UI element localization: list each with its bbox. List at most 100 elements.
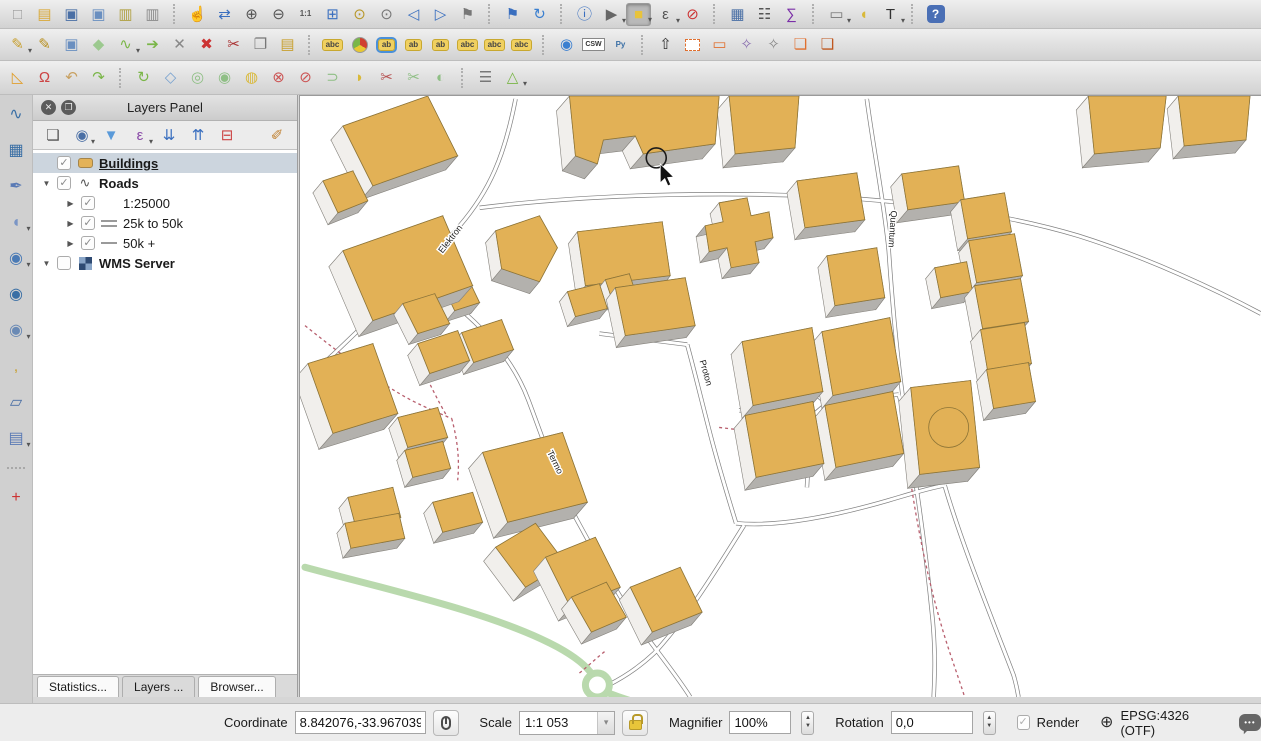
show-hide-labels-icon[interactable]: ab xyxy=(428,33,453,56)
layer-row-roads[interactable]: ▼✓∿Roads xyxy=(33,173,297,193)
add-part-icon[interactable]: ◉ xyxy=(212,66,237,89)
zoom-in-icon[interactable]: ⊕ xyxy=(239,3,264,26)
open-project-icon[interactable]: ▤ xyxy=(32,3,57,26)
composer-manager-icon[interactable]: ▥ xyxy=(140,3,165,26)
delete-ring-icon[interactable]: ⊗ xyxy=(266,66,291,89)
open-attribute-table-icon[interactable]: ▦ xyxy=(725,3,750,26)
undo-icon[interactable]: ↶ xyxy=(59,66,84,89)
tab-browser[interactable]: Browser... xyxy=(198,676,275,697)
new-project-icon[interactable]: □ xyxy=(5,3,30,26)
layer-visibility-checkbox[interactable]: ✓ xyxy=(81,236,95,250)
save-project-icon[interactable]: ▣ xyxy=(59,3,84,26)
style-manager-icon[interactable]: ✐ xyxy=(266,124,288,147)
tab-layers[interactable]: Layers ... xyxy=(122,676,195,697)
zoom-last-icon[interactable]: ◁ xyxy=(401,3,426,26)
collapse-all-icon[interactable]: ⇈ xyxy=(187,124,209,147)
layer-row-1-25000[interactable]: ▶✓1:25000 xyxy=(33,193,297,213)
new-bookmark-icon[interactable]: ⚑ xyxy=(455,3,480,26)
log-messages-icon[interactable]: ••• xyxy=(1239,714,1261,731)
enable-tracing-icon[interactable]: △ xyxy=(500,66,525,89)
save-project-as-icon[interactable]: ▣ xyxy=(86,3,111,26)
map-tips-icon[interactable]: ◖ xyxy=(851,3,876,26)
filter-expression-icon[interactable]: ε xyxy=(129,124,151,147)
help-icon[interactable]: ? xyxy=(923,3,948,26)
paste-features-icon[interactable]: ▤ xyxy=(275,33,300,56)
remove-layer-icon[interactable]: ⊟ xyxy=(216,124,238,147)
layer-labeling-icon[interactable]: abc xyxy=(320,33,345,56)
coordinate-input[interactable] xyxy=(295,711,426,734)
atlas-add-icon[interactable]: ❏ xyxy=(815,33,840,56)
zoom-to-selection-icon[interactable]: ⊙ xyxy=(347,3,372,26)
identify-features-icon[interactable]: ⓘ xyxy=(572,3,597,26)
pan-map-icon[interactable]: ☝ xyxy=(185,3,210,26)
layer-row-25k-to-50k[interactable]: ▶✓25k to 50k xyxy=(33,213,297,233)
manage-visibility-icon[interactable]: ◉ xyxy=(71,124,93,147)
refresh-map-icon[interactable]: ↻ xyxy=(527,3,552,26)
magnifier-input[interactable] xyxy=(729,711,791,734)
expander-icon[interactable]: ▶ xyxy=(65,219,76,228)
filter-legend-icon[interactable]: ▼ xyxy=(100,124,122,147)
rendering-order-icon[interactable]: ☰ xyxy=(473,66,498,89)
add-wms-layer-icon[interactable]: ◉ xyxy=(4,247,29,270)
toggle-editing-icon[interactable]: ✎ xyxy=(32,33,57,56)
pin-label-active-icon[interactable]: ab xyxy=(374,33,399,56)
pin-label-icon[interactable]: ab xyxy=(401,33,426,56)
zoom-next-icon[interactable]: ▷ xyxy=(428,3,453,26)
add-group-icon[interactable]: ❏ xyxy=(42,124,64,147)
field-calculator-icon[interactable]: ☷ xyxy=(752,3,777,26)
render-checkbox[interactable]: ✓ xyxy=(1017,715,1030,730)
scale-combo[interactable]: 1:1 053 ▾ xyxy=(519,711,615,735)
expander-icon[interactable]: ▶ xyxy=(65,239,76,248)
panel-float-icon[interactable]: ❐ xyxy=(61,100,76,115)
simplify-feature-icon[interactable]: ◇ xyxy=(158,66,183,89)
select-features-icon[interactable]: ■ xyxy=(626,3,651,26)
layer-visibility-checkbox[interactable] xyxy=(57,256,71,270)
crop-extent-icon[interactable]: ▭ xyxy=(707,33,732,56)
new-print-composer-icon[interactable]: ▥ xyxy=(113,3,138,26)
python-console-icon[interactable]: Py xyxy=(608,33,633,56)
copy-features-icon[interactable]: ❐ xyxy=(248,33,273,56)
atlas-verify-icon[interactable]: ❏ xyxy=(788,33,813,56)
new-shapefile-layer-icon[interactable]: ▱ xyxy=(4,391,29,414)
layer-visibility-checkbox[interactable]: ✓ xyxy=(81,196,95,210)
offset-curve-icon[interactable]: ⊃ xyxy=(320,66,345,89)
zoom-to-layer-icon[interactable]: ⊙ xyxy=(374,3,399,26)
split-features-icon[interactable]: ✂ xyxy=(374,66,399,89)
run-feature-action-icon[interactable]: ▶ xyxy=(599,3,624,26)
current-edits-icon[interactable]: ✎ xyxy=(5,33,30,56)
map-canvas[interactable]: ElektronQuantumProtonTermo xyxy=(299,95,1261,697)
rotation-input[interactable] xyxy=(891,711,973,734)
auto-fix-b-icon[interactable]: ✧ xyxy=(734,33,759,56)
zoom-out-icon[interactable]: ⊖ xyxy=(266,3,291,26)
layer-row-buildings[interactable]: ✓Buildings xyxy=(33,153,297,173)
split-parts-icon[interactable]: ✂ xyxy=(401,66,426,89)
text-annotation-icon[interactable]: T xyxy=(878,3,903,26)
select-extent-icon[interactable] xyxy=(680,33,705,56)
rotate-feature-icon[interactable]: ↻ xyxy=(131,66,156,89)
add-wcs-layer-icon[interactable]: ◉ xyxy=(4,283,29,306)
add-postgis-layer-icon[interactable]: ◖ xyxy=(4,211,29,234)
delete-part-icon[interactable]: ⊘ xyxy=(293,66,318,89)
snapping-magnet-icon[interactable]: Ω xyxy=(32,66,57,89)
merge-features-icon[interactable]: ◐ xyxy=(428,66,453,89)
node-tool-icon[interactable]: ✕ xyxy=(167,33,192,56)
layer-visibility-checkbox[interactable]: ✓ xyxy=(81,216,95,230)
expander-icon[interactable]: ▶ xyxy=(65,199,76,208)
expand-all-icon[interactable]: ⇊ xyxy=(158,124,180,147)
rotation-stepper[interactable]: ▲▼ xyxy=(983,711,996,735)
layer-visibility-checkbox[interactable]: ✓ xyxy=(57,156,71,170)
tab-statistics[interactable]: Statistics... xyxy=(37,676,119,697)
add-line-feature-icon[interactable]: ∿ xyxy=(113,33,138,56)
crs-status-button[interactable]: EPSG:4326 (OTF) xyxy=(1120,708,1211,738)
redo-icon[interactable]: ↷ xyxy=(86,66,111,89)
magnifier-stepper[interactable]: ▲▼ xyxy=(801,711,814,735)
cad-tools-icon[interactable]: ◺ xyxy=(5,66,30,89)
layer-diagram-icon[interactable] xyxy=(347,33,372,56)
gps-tools-icon[interactable]: + xyxy=(4,486,29,509)
mouse-extent-toggle[interactable] xyxy=(433,710,459,736)
add-raster-layer-icon[interactable]: ▦ xyxy=(4,139,29,162)
auto-fix-icon[interactable]: ✧ xyxy=(761,33,786,56)
move-label-icon[interactable]: abc xyxy=(455,33,480,56)
expander-icon[interactable]: ▼ xyxy=(41,259,52,268)
show-bookmarks-icon[interactable]: ⚑ xyxy=(500,3,525,26)
